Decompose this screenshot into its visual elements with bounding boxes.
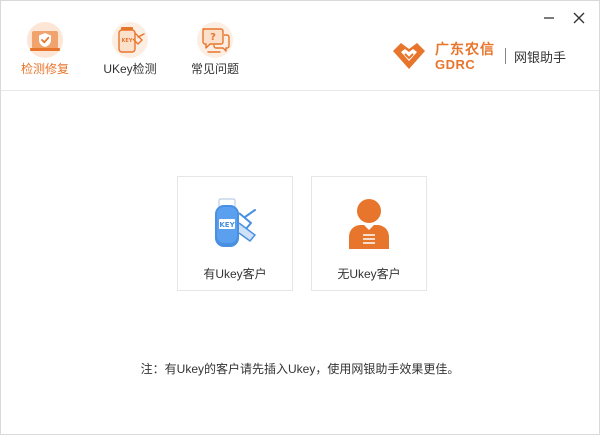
- usage-note: 注：有Ukey的客户请先插入Ukey，使用网银助手效果更佳。: [140, 362, 460, 376]
- tab-detect-repair[interactable]: 检测修复: [15, 21, 75, 79]
- close-icon: [573, 12, 585, 24]
- ukey-key-icon: KEY: [205, 197, 265, 253]
- close-button[interactable]: [567, 7, 591, 29]
- customer-type-cards: KEY 有Ukey客户 无Ukey客户: [177, 176, 427, 291]
- brand-name-cn: 广东农信: [435, 40, 495, 57]
- svg-text:KEY: KEY: [122, 38, 133, 44]
- app-window: 检测修复 KEY UKey检测 ? 常见问题 广东农信 GDRC 网银助手 KE…: [0, 0, 600, 435]
- brand-product-name: 网银助手: [514, 49, 567, 65]
- tab-ukey-check[interactable]: KEY UKey检测: [100, 21, 160, 79]
- window-controls: [537, 7, 591, 29]
- shield-check-icon: [26, 21, 64, 59]
- brand: 广东农信 GDRC 网银助手: [389, 39, 566, 73]
- tab-label: UKey检测: [103, 62, 157, 76]
- tab-faq[interactable]: ? 常见问题: [185, 21, 245, 79]
- svg-text:?: ?: [210, 32, 216, 43]
- tab-label: 检测修复: [20, 62, 69, 76]
- card-label: 无Ukey客户: [337, 267, 401, 281]
- brand-name-en: GDRC: [435, 56, 476, 72]
- tab-label: 常见问题: [190, 62, 239, 76]
- minimize-button[interactable]: [537, 7, 561, 29]
- brand-logo-icon: [393, 43, 425, 69]
- help-chat-icon: ?: [196, 21, 234, 59]
- no-ukey-customer-card[interactable]: 无Ukey客户: [311, 176, 427, 291]
- ukey-icon: KEY: [111, 21, 149, 59]
- ukey-customer-card[interactable]: KEY 有Ukey客户: [177, 176, 293, 291]
- header-bar: 检测修复 KEY UKey检测 ? 常见问题 广东农信 GDRC 网银助手: [1, 1, 599, 91]
- person-icon: [339, 197, 399, 253]
- svg-text:KEY: KEY: [219, 221, 235, 229]
- card-label: 有Ukey客户: [203, 267, 267, 281]
- brand-divider: [505, 48, 506, 64]
- minimize-icon: [544, 17, 554, 19]
